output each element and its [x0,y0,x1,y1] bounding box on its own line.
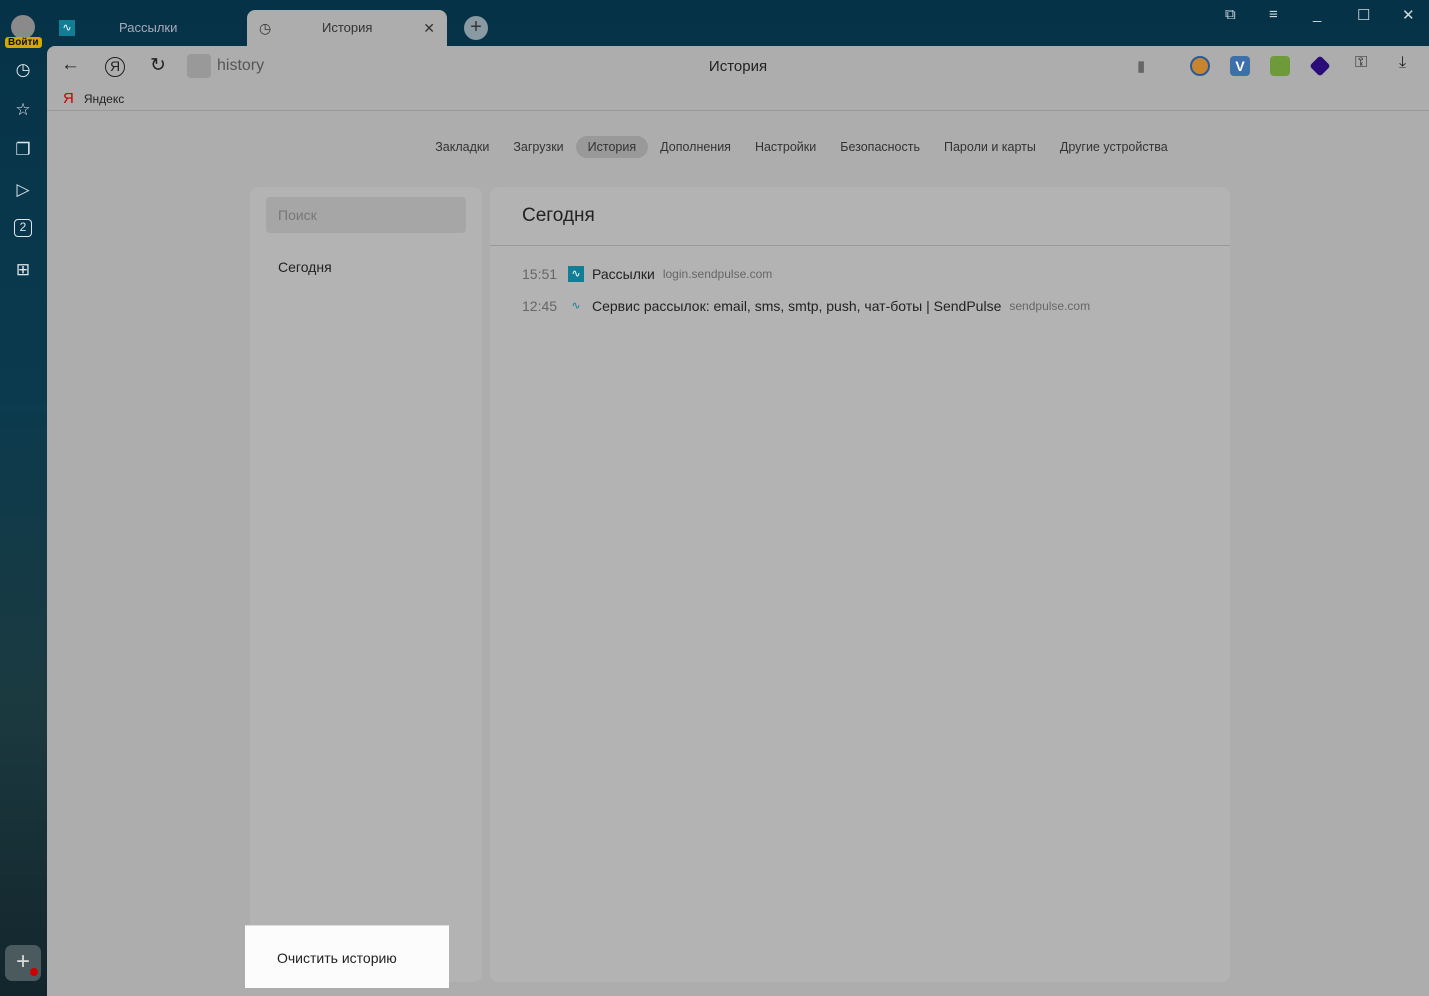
layers-extension-icon[interactable] [1309,55,1331,77]
nav-extensions[interactable]: Дополнения [648,136,743,158]
entry-domain: sendpulse.com [1009,299,1091,313]
bookmark-icon[interactable]: ▮ [1137,57,1145,75]
back-icon[interactable]: ← [61,54,80,76]
nav-downloads[interactable]: Загрузки [501,136,575,158]
nav-other-devices[interactable]: Другие устройства [1048,136,1180,158]
history-filter-panel: Поиск Сегодня [250,187,482,982]
settings-nav: Закладки Загрузки История Дополнения Нас… [47,136,1429,158]
yandex-logo-icon: Я [63,90,74,107]
translate-extension-icon[interactable] [1270,56,1290,76]
nav-settings[interactable]: Настройки [743,136,828,158]
history-icon[interactable]: ◷ [12,59,34,81]
add-panel-button[interactable]: + [5,945,41,981]
play-icon[interactable]: ▷ [12,179,34,201]
new-tab-button[interactable]: + [464,16,488,40]
tab-history[interactable]: ◷ История ✕ [247,10,447,46]
nav-passwords[interactable]: Пароли и карты [932,136,1048,158]
address-bar[interactable]: history [217,57,264,75]
history-list-panel: Сегодня 15:51 ∿ Рассылки login.sendpulse… [490,187,1230,982]
nav-bookmarks[interactable]: Закладки [423,136,501,158]
minimize-icon[interactable]: _ [1313,6,1321,23]
bookmark-yandex[interactable]: Я Яндекс [63,90,124,107]
close-tab-icon[interactable]: ✕ [423,10,435,46]
menu-icon[interactable]: ≡ [1269,6,1278,23]
login-button[interactable]: Войти [5,37,42,48]
clear-history-button[interactable]: Очистить историю [245,925,449,988]
entry-time: 15:51 [522,266,558,282]
maximize-icon[interactable]: ☐ [1357,6,1370,24]
history-entry[interactable]: 15:51 ∿ Рассылки login.sendpulse.com [522,266,772,282]
tabs-collection-icon[interactable]: ⧉ [1225,6,1236,23]
nav-history[interactable]: История [575,136,649,158]
section-heading: Сегодня [490,187,1230,246]
group-today[interactable]: Сегодня [278,259,332,275]
sendpulse-favicon-icon: ∿ [568,266,584,282]
site-icon[interactable] [187,54,211,78]
search-input[interactable]: Поиск [266,197,466,233]
entry-time: 12:45 [522,298,558,314]
close-window-icon[interactable]: ✕ [1402,6,1415,24]
sendpulse-favicon-icon: ∿ [571,300,581,312]
avatar[interactable] [11,15,35,39]
entry-title[interactable]: Сервис рассылок: email, sms, smtp, push,… [592,298,1001,314]
clock-icon: ◷ [259,20,272,36]
download-icon[interactable]: ⤓ [1399,54,1406,72]
tab-label: Рассылки [119,20,178,35]
divider [47,110,1429,111]
notification-dot [30,968,38,976]
star-icon[interactable]: ☆ [12,99,34,121]
history-entry[interactable]: 12:45 ∿ Сервис рассылок: email, sms, smt… [522,298,1090,314]
tab-mailings[interactable]: ∿ Рассылки [55,10,245,46]
sendpulse-favicon-icon: ∿ [59,20,75,36]
reload-icon[interactable]: ↻ [150,54,166,77]
tab-label: История [322,20,373,35]
apps-grid-icon[interactable]: ⊞ [12,259,34,281]
bookmark-label: Яндекс [83,92,125,106]
entry-title[interactable]: Рассылки [592,266,655,282]
collections-icon[interactable]: ❐ [12,139,34,161]
nav-security[interactable]: Безопасность [828,136,932,158]
left-sidebar: Войти ◷ ☆ ❐ ▷ 2 ⊞ + [0,0,47,996]
extension-icon[interactable] [1190,56,1210,76]
v-extension-icon[interactable]: V [1230,56,1250,76]
tabs-count-icon[interactable]: 2 [14,219,32,237]
yandex-icon[interactable]: Я [105,57,125,77]
extensions-icon[interactable]: ⚿ [1355,54,1367,72]
browser-content: ← Я ↻ history История ▮ V ⚿ ⤓ Я Яндекс За… [47,46,1429,996]
entry-domain: login.sendpulse.com [662,267,773,281]
